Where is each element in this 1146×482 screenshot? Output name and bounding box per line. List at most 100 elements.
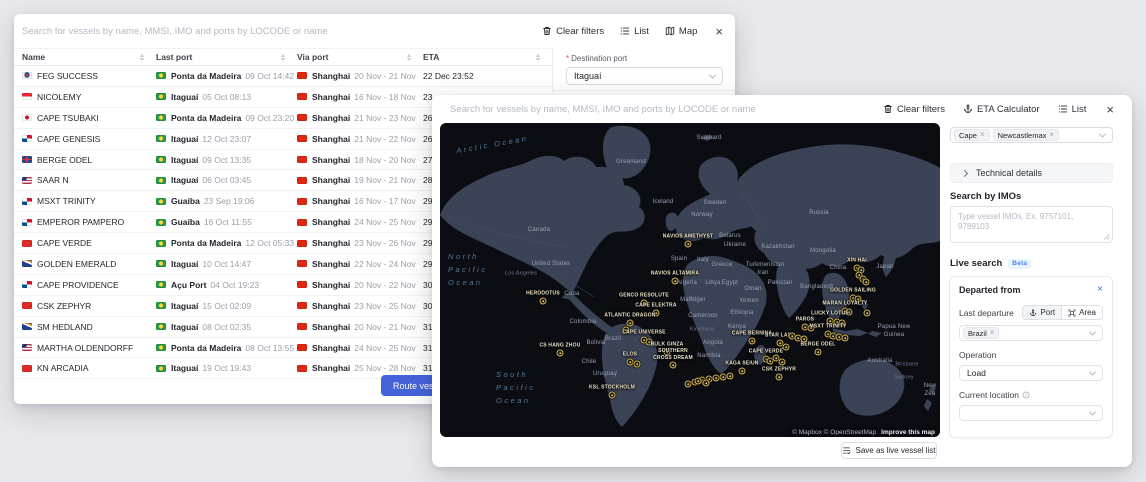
vessel-marker[interactable] — [726, 372, 734, 380]
close-icon[interactable]: × — [713, 25, 725, 38]
vessel-marker[interactable] — [712, 374, 720, 382]
last-port-time: 09 Oct 14:42 — [245, 70, 295, 81]
vessel-marker[interactable] — [841, 334, 849, 342]
vessel-marker[interactable] — [702, 379, 710, 387]
last-port-name: Açu Port — [171, 279, 207, 290]
column-header-eta[interactable]: ETA — [423, 52, 552, 62]
via-port-dates: 24 Nov - 25 Nov — [354, 217, 416, 228]
table-row[interactable]: FEG SUCCESS Ponta da Madeira 09 Oct 14:42 S… — [14, 66, 552, 87]
vessel-flag-icon — [22, 239, 32, 247]
destination-port-label: * Destination port — [566, 54, 628, 63]
clear-filters-button[interactable]: Clear filters — [542, 26, 604, 37]
last-port-time: 08 Oct 02:35 — [202, 321, 252, 332]
vessel-name: FEG SUCCESS — [37, 70, 98, 81]
vessel-marker[interactable] — [669, 361, 677, 369]
map-place-label: Sweden — [703, 200, 727, 207]
sort-icon[interactable] — [281, 53, 285, 61]
vessel-marker-label: MSXT TRINITY — [809, 323, 847, 330]
column-header-name[interactable]: Name — [22, 52, 156, 62]
vessel-marker[interactable] — [694, 377, 702, 385]
china-flag-icon — [297, 72, 307, 80]
filter-tag[interactable]: Newcastlemax × — [992, 129, 1060, 141]
vessel-marker[interactable] — [862, 278, 870, 286]
vessel-marker[interactable] — [748, 337, 756, 345]
filter-tag[interactable]: Cape × — [954, 129, 990, 141]
vessel-marker[interactable] — [684, 240, 692, 248]
list-view-button[interactable]: List — [620, 26, 649, 37]
technical-details-expander[interactable]: Technical details — [950, 163, 1113, 183]
via-port-cell: Shanghai 20 Nov - 22 Nov — [297, 280, 423, 290]
column-header-via-port[interactable]: Via port — [297, 52, 423, 62]
vessel-marker-dot — [721, 375, 725, 379]
vessel-marker[interactable] — [775, 373, 783, 381]
vessel-flag-icon — [22, 364, 32, 372]
vessel-marker-dot — [816, 350, 820, 354]
last-port-cell: Ponta da Madeira 08 Oct 13:55 — [156, 343, 297, 353]
area-select-icon — [1068, 309, 1076, 316]
last-port-time: 23 Sep 19:06 — [203, 196, 255, 207]
vessel-marker[interactable] — [778, 358, 786, 366]
last-departure-select[interactable]: Brazil × — [959, 325, 1103, 341]
list-view-button[interactable]: List — [1058, 104, 1086, 115]
vessel-search-bar[interactable]: Search for vessels by name, MMSI, IMO an… — [432, 95, 1132, 123]
vessel-marker[interactable] — [608, 391, 616, 399]
current-location-select[interactable] — [959, 405, 1103, 421]
vessel-marker[interactable] — [633, 360, 641, 368]
clear-filters-button[interactable]: Clear filters — [883, 104, 945, 115]
beta-badge: Beta — [1008, 258, 1032, 269]
vessel-marker[interactable] — [556, 349, 564, 357]
toggle-area[interactable]: Area — [1061, 306, 1102, 319]
vessel-marker-dot — [784, 345, 788, 349]
imo-textarea[interactable]: Type vessel IMOs, Ex. 9757101, 9789103 — [950, 206, 1113, 243]
toggle-port[interactable]: Port — [1023, 306, 1061, 319]
world-map[interactable]: © Mapbox © OpenStreetMap Improve this ma… — [440, 123, 940, 437]
vessel-marker[interactable] — [719, 373, 727, 381]
last-port-cell: Ponta da Madeira 09 Oct 23:20 — [156, 113, 297, 123]
resize-handle-icon[interactable] — [1103, 233, 1110, 240]
map-place-label: Niger — [690, 297, 706, 304]
vessel-marker[interactable] — [539, 297, 547, 305]
via-port-cell: Shanghai 18 Nov - 20 Nov — [297, 155, 423, 165]
vessel-marker[interactable] — [814, 348, 822, 356]
brazil-flag-icon — [156, 93, 166, 101]
vessel-search-bar[interactable]: Search for vessels by name, MMSI, IMO an… — [14, 14, 735, 48]
sort-icon[interactable] — [140, 53, 144, 61]
vessel-marker-label: SOUTHERN CROSS DREAM — [653, 348, 693, 361]
destination-port-select[interactable]: Itaguaí — [566, 67, 723, 85]
brazil-flag-icon — [156, 135, 166, 143]
via-port-name: Shanghai — [312, 133, 351, 144]
remove-filter-icon[interactable]: × — [1097, 285, 1103, 295]
filter-tag[interactable]: Brazil × — [963, 327, 1000, 339]
search-input[interactable]: Search for vessels by name, MMSI, IMO an… — [22, 26, 328, 37]
vessel-type-select[interactable]: Cape × Newcastlemax × — [950, 127, 1113, 143]
map-view-button[interactable]: Map — [665, 26, 697, 37]
vessel-marker-dot — [696, 379, 700, 383]
improve-map-link[interactable]: Improve this map — [881, 429, 935, 436]
sort-icon[interactable] — [536, 53, 540, 61]
close-icon[interactable]: × — [1104, 103, 1116, 116]
last-port-cell: Itaguaí 12 Oct 23:07 — [156, 134, 297, 144]
vessel-marker[interactable] — [626, 319, 634, 327]
via-port-name: Shanghai — [312, 196, 351, 207]
vessel-marker-label: MARAN LOYALTY — [822, 300, 868, 307]
column-header-last-port[interactable]: Last port — [156, 52, 297, 62]
vessel-marker[interactable] — [671, 277, 679, 285]
vessel-marker-dot — [790, 334, 794, 338]
sort-icon[interactable] — [407, 53, 411, 61]
vessel-marker[interactable] — [738, 367, 746, 375]
vessel-marker[interactable] — [684, 380, 692, 388]
search-input[interactable]: Search for vessels by name, MMSI, IMO an… — [450, 104, 756, 115]
last-port-time: 09 Oct 23:20 — [245, 112, 295, 123]
eta-calculator-button[interactable]: ETA Calculator — [963, 104, 1040, 115]
save-live-vessel-list-button[interactable]: Save as live vessel list — [841, 442, 937, 459]
vessel-name: SAAR N — [37, 175, 69, 186]
map-place-label: New Zea — [923, 383, 937, 397]
vessel-marker[interactable] — [863, 309, 871, 317]
operation-select[interactable]: Load — [959, 365, 1103, 381]
vessel-name-cell: CAPE PROVIDENCE — [22, 280, 156, 290]
china-flag-icon — [297, 218, 307, 226]
vessel-marker[interactable] — [626, 358, 634, 366]
vessel-name-cell: CAPE TSUBAKI — [22, 113, 156, 123]
via-port-name: Shanghai — [312, 321, 351, 332]
vessel-name-cell: MARTHA OLDENDORFF — [22, 343, 156, 353]
